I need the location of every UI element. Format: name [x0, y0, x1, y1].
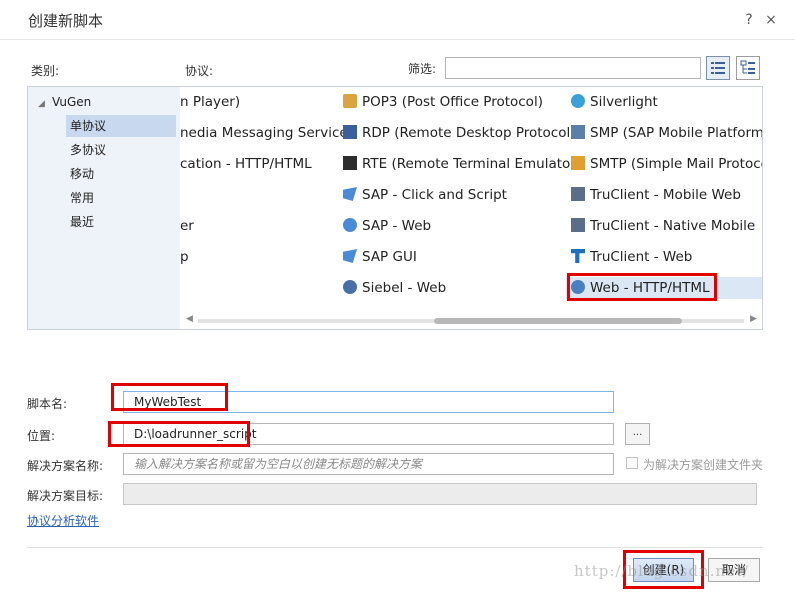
- window-title: 创建新脚本: [28, 12, 104, 30]
- silverlight-icon: [571, 94, 585, 108]
- tree-root-label: VuGen: [52, 95, 92, 109]
- script-name-label: 脚本名:: [27, 397, 68, 411]
- protocol-item-smp[interactable]: SMP (SAP Mobile Platform): [571, 122, 762, 144]
- solution-name-label: 解决方案名称:: [27, 459, 104, 473]
- watermark: http://blog.csdn.net/: [574, 562, 750, 580]
- help-button[interactable]: ?: [741, 12, 757, 28]
- location-label: 位置:: [27, 429, 56, 443]
- tree-item-multi-protocol[interactable]: 多协议: [66, 139, 176, 161]
- solution-name-input[interactable]: 输入解决方案名称或留为空白以创建无标题的解决方案: [123, 453, 614, 475]
- tree-item-single-protocol[interactable]: 单协议: [66, 115, 176, 137]
- highlight-script-name: [111, 383, 228, 411]
- protocol-item-sap-web[interactable]: SAP - Web: [343, 215, 431, 237]
- pop3-icon: [343, 94, 357, 108]
- smtp-icon: [571, 156, 585, 170]
- category-label: 类别:: [31, 64, 60, 78]
- highlight-web-http: [567, 273, 717, 301]
- title-bar: 创建新脚本 ? ×: [0, 0, 795, 40]
- tree-item-mobile[interactable]: 移动: [66, 163, 176, 185]
- close-button[interactable]: ×: [763, 12, 779, 28]
- protocol-item-truclient-web[interactable]: TruClient - Web: [571, 246, 692, 268]
- protocol-item-silverlight[interactable]: Silverlight: [571, 91, 658, 113]
- truclient-native-icon: [571, 218, 585, 232]
- smp-icon: [571, 125, 585, 139]
- filter-input[interactable]: [445, 57, 701, 79]
- solution-target-label: 解决方案目标:: [27, 489, 104, 503]
- chevron-down-icon[interactable]: ◢: [38, 99, 52, 109]
- rdp-icon: [343, 125, 357, 139]
- filter-label: 筛选:: [408, 62, 437, 76]
- highlight-location: [108, 421, 250, 447]
- scroll-thumb[interactable]: [434, 318, 682, 324]
- protocol-item-sap-click[interactable]: SAP - Click and Script: [343, 184, 507, 206]
- truclient-web-icon: [571, 249, 585, 263]
- scroll-left-icon[interactable]: ◀: [186, 314, 193, 324]
- protocol-item[interactable]: p: [180, 246, 189, 268]
- scroll-right-icon[interactable]: ▶: [750, 314, 757, 324]
- protocol-item-smtp[interactable]: SMTP (Simple Mail Protocol): [571, 153, 762, 175]
- sap-gui-icon: [343, 249, 357, 263]
- protocol-item[interactable]: n Player): [180, 91, 240, 113]
- protocol-item-rte[interactable]: RTE (Remote Terminal Emulator): [343, 153, 581, 175]
- truclient-mobile-icon: [571, 187, 585, 201]
- protocol-advisor-link[interactable]: 协议分析软件: [27, 512, 99, 529]
- protocol-label: 协议:: [185, 64, 214, 78]
- tree-item-recent[interactable]: 最近: [66, 211, 176, 233]
- solution-folder-label: 为解决方案创建文件夹: [643, 458, 764, 472]
- protocol-item-truclient-native[interactable]: TruClient - Native Mobile: [571, 215, 755, 237]
- protocol-item[interactable]: nedia Messaging Service): [180, 122, 353, 144]
- siebel-icon: [343, 280, 357, 294]
- browse-button[interactable]: ...: [625, 423, 650, 445]
- detail-view-button[interactable]: [736, 56, 760, 80]
- rte-icon: [343, 156, 357, 170]
- solution-folder-checkbox[interactable]: [626, 457, 638, 469]
- sap-click-icon: [343, 187, 357, 201]
- footer-divider: [27, 547, 763, 548]
- list-view-icon: [711, 62, 725, 74]
- tree-item-common[interactable]: 常用: [66, 187, 176, 209]
- category-tree: ◢ VuGen 单协议 多协议 移动 常用 最近: [27, 86, 181, 330]
- tree-view-icon: [740, 60, 755, 74]
- protocol-list-scrollbar[interactable]: ◀ ▶: [184, 314, 760, 328]
- list-view-button[interactable]: [706, 56, 730, 80]
- tree-root-vugen[interactable]: ◢ VuGen: [38, 95, 91, 109]
- protocol-item-siebel[interactable]: Siebel - Web: [343, 277, 446, 299]
- protocol-item-pop3[interactable]: POP3 (Post Office Protocol): [343, 91, 543, 113]
- protocol-item[interactable]: er: [180, 215, 194, 237]
- protocol-item[interactable]: cation - HTTP/HTML: [180, 153, 312, 175]
- protocol-item-truclient-mobile[interactable]: TruClient - Mobile Web: [571, 184, 741, 206]
- protocol-item-sap-gui[interactable]: SAP GUI: [343, 246, 417, 268]
- sap-web-icon: [343, 218, 357, 232]
- protocol-item-rdp[interactable]: RDP (Remote Desktop Protocol): [343, 122, 576, 144]
- solution-target-input: [123, 483, 757, 505]
